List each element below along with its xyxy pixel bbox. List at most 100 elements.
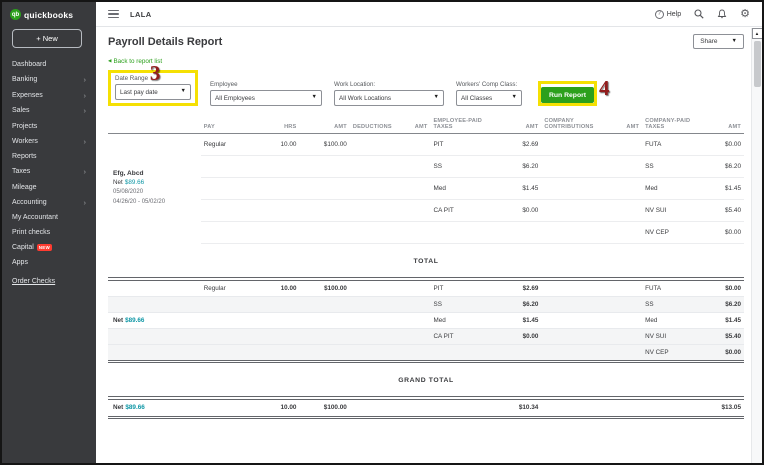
sidebar-nav: Dashboard Banking › Expenses › Sales › Proj… — [2, 57, 96, 289]
table-row: SS $6.20 SS $6.20 — [108, 296, 744, 313]
work-location-label: Work Location: — [334, 81, 376, 88]
caret-down-icon: ▼ — [180, 88, 186, 95]
sidebar-item-banking[interactable]: Banking › — [2, 72, 96, 88]
annotation-step-3: 3 — [149, 61, 161, 85]
annotation-step-4: 4 — [599, 75, 610, 100]
grand-total-label: GRAND TOTAL — [398, 377, 454, 384]
work-location-filter: Work Location: All Work Locations ▼ — [334, 81, 444, 106]
sidebar-item-sales[interactable]: Sales › — [2, 103, 96, 119]
total-table: Regular 10.00 $100.00 PIT $2.69 FUTA $0.… — [108, 279, 744, 361]
share-button[interactable]: Share ▼ — [693, 34, 744, 49]
payroll-report: PAY HRS AMT DEDUCTIONS AMT EMPLOYEE-PAID… — [108, 116, 744, 445]
col-employee-paid-taxes: EMPLOYEE-PAID TAXES — [430, 116, 495, 134]
scrollbar-up-arrow[interactable]: ▲ — [751, 28, 762, 39]
sidebar-item-dashboard[interactable]: Dashboard — [2, 57, 96, 72]
payroll-detail-table: PAY HRS AMT DEDUCTIONS AMT EMPLOYEE-PAID… — [108, 116, 744, 244]
hamburger-menu-icon[interactable] — [108, 9, 119, 19]
work-location-select[interactable]: All Work Locations ▼ — [334, 90, 444, 106]
quickbooks-logo: qb quickbooks — [2, 7, 96, 23]
table-row: NV CEP $0.00 — [108, 221, 744, 244]
topbar-actions: ? Help ⚙ — [654, 8, 750, 20]
search-icon[interactable] — [694, 9, 704, 19]
table-row: NV CEP $0.00 — [108, 344, 744, 360]
col-company-contributions: COMPANY CONTRIBUTIONS — [541, 116, 608, 134]
col-amt: AMT — [607, 116, 643, 134]
page-header: Payroll Details Report Share ▼ — [108, 34, 744, 49]
table-header-row: PAY HRS AMT DEDUCTIONS AMT EMPLOYEE-PAID… — [108, 116, 744, 134]
col-amt: AMT — [495, 116, 542, 134]
grand-total-table: Net $89.66 10.00 $100.00 $10.34 $13.05 — [108, 398, 744, 417]
sidebar-item-apps[interactable]: Apps — [2, 255, 96, 270]
net-pay-link[interactable]: $89.66 — [125, 404, 145, 411]
run-report-highlight: 4 Run Report — [538, 77, 610, 106]
chevron-right-icon: › — [83, 106, 87, 115]
sidebar-item-taxes[interactable]: Taxes › — [2, 164, 96, 180]
net-pay-link[interactable]: $89.66 — [125, 179, 144, 186]
grand-total-section: Net $89.66 10.00 $100.00 $10.34 $13.05 — [108, 396, 744, 419]
topbar: LALA ? Help ⚙ — [96, 2, 762, 27]
chevron-right-icon: › — [83, 197, 87, 207]
table-row: Efg, Abcd Net $89.66 05/08/2020 04/26/20 … — [108, 133, 744, 205]
chevron-right-icon: › — [83, 75, 87, 84]
sidebar-item-accounting[interactable]: Accounting › — [2, 195, 96, 211]
caret-down-icon: ▼ — [433, 94, 439, 101]
table-row: Med $1.45 Med $1.45 — [108, 177, 744, 200]
new-badge: NEW — [36, 244, 52, 251]
sidebar-item-print-checks[interactable]: Print checks — [2, 225, 96, 240]
net-pay-link[interactable]: $89.66 — [125, 317, 144, 324]
pay-date: 05/08/2020 — [113, 189, 144, 196]
employee-filter: Employee All Employees ▼ — [210, 81, 322, 106]
caret-down-icon: ▼ — [311, 94, 317, 101]
table-row: Net $89.66 10.00 $100.00 $10.34 $13.05 — [108, 399, 744, 416]
workers-comp-class-filter: Workers' Comp Class: All Classes ▼ — [456, 81, 522, 106]
report-filters: 3 Date Range Last pay date ▼ Employee Al… — [108, 63, 744, 106]
col-company-paid-taxes: COMPANY-PAID TAXES — [642, 116, 699, 134]
chevron-right-icon: › — [83, 136, 87, 146]
total-label: TOTAL — [413, 258, 439, 265]
table-row: CA PIT $0.00 NV SUI $5.40 — [108, 199, 744, 222]
table-row: Net $89.66 Med $1.45 Med $1.45 — [108, 312, 744, 329]
new-button[interactable]: + New — [12, 29, 82, 48]
page-title: Payroll Details Report — [108, 35, 223, 48]
company-name: LALA — [130, 9, 152, 19]
employee-select[interactable]: All Employees ▼ — [210, 90, 322, 106]
sidebar-item-mileage[interactable]: Mileage — [2, 180, 96, 195]
table-row: CA PIT $0.00 NV SUI $5.40 — [108, 328, 744, 345]
scrollbar-thumb[interactable] — [753, 41, 761, 87]
employee-label: Employee — [210, 81, 238, 88]
total-net-pay: Net $89.66 — [108, 312, 201, 329]
date-range-select[interactable]: Last pay date ▼ — [115, 84, 191, 100]
chevron-right-icon: › — [83, 167, 87, 176]
sidebar-item-projects[interactable]: Projects — [2, 119, 96, 134]
quickbooks-logo-icon: qb — [10, 9, 21, 20]
total-section: Regular 10.00 $100.00 PIT $2.69 FUTA $0.… — [108, 277, 744, 363]
sidebar-item-expenses[interactable]: Expenses › — [2, 88, 96, 104]
col-hrs: HRS — [259, 116, 300, 134]
report-page: Payroll Details Report Share ▼ ◀ Back to… — [96, 27, 762, 463]
workers-comp-class-select[interactable]: All Classes ▼ — [456, 90, 522, 106]
main-area: LALA ? Help ⚙ Payroll Details Report Sha… — [96, 2, 762, 463]
sidebar-item-my-accountant[interactable]: My Accountant — [2, 210, 96, 225]
help-button[interactable]: ? Help — [654, 9, 681, 19]
workers-comp-class-label: Workers' Comp Class: — [456, 81, 518, 88]
employee-net-pay: Net $89.66 — [113, 179, 145, 187]
brand-name: quickbooks — [24, 9, 74, 20]
table-row: SS $6.20 SS $6.20 — [108, 155, 744, 178]
sidebar-item-workers[interactable]: Workers › — [2, 134, 96, 150]
sidebar-item-order-checks[interactable]: Order Checks — [2, 274, 96, 289]
col-amt: AMT — [400, 116, 431, 134]
caret-down-icon: ▼ — [731, 37, 737, 44]
date-range-highlight: 3 Date Range Last pay date ▼ — [108, 63, 198, 106]
sidebar: qb quickbooks + New Dashboard Banking › E… — [2, 2, 96, 463]
notifications-bell-icon[interactable] — [717, 9, 727, 19]
col-pay: PAY — [200, 116, 260, 134]
grand-total-net-pay: Net $89.66 — [113, 404, 145, 411]
employee-info: Efg, Abcd Net $89.66 05/08/2020 04/26/20 … — [108, 134, 201, 244]
sidebar-item-reports[interactable]: Reports — [2, 149, 96, 164]
run-report-button[interactable]: Run Report — [541, 87, 595, 103]
col-amt: AMT — [698, 116, 744, 134]
gear-icon[interactable]: ⚙ — [740, 8, 750, 20]
back-arrow-icon: ◀ — [108, 58, 112, 63]
sidebar-item-capital[interactable]: Capital NEW — [2, 240, 96, 255]
caret-down-icon: ▼ — [511, 94, 517, 101]
